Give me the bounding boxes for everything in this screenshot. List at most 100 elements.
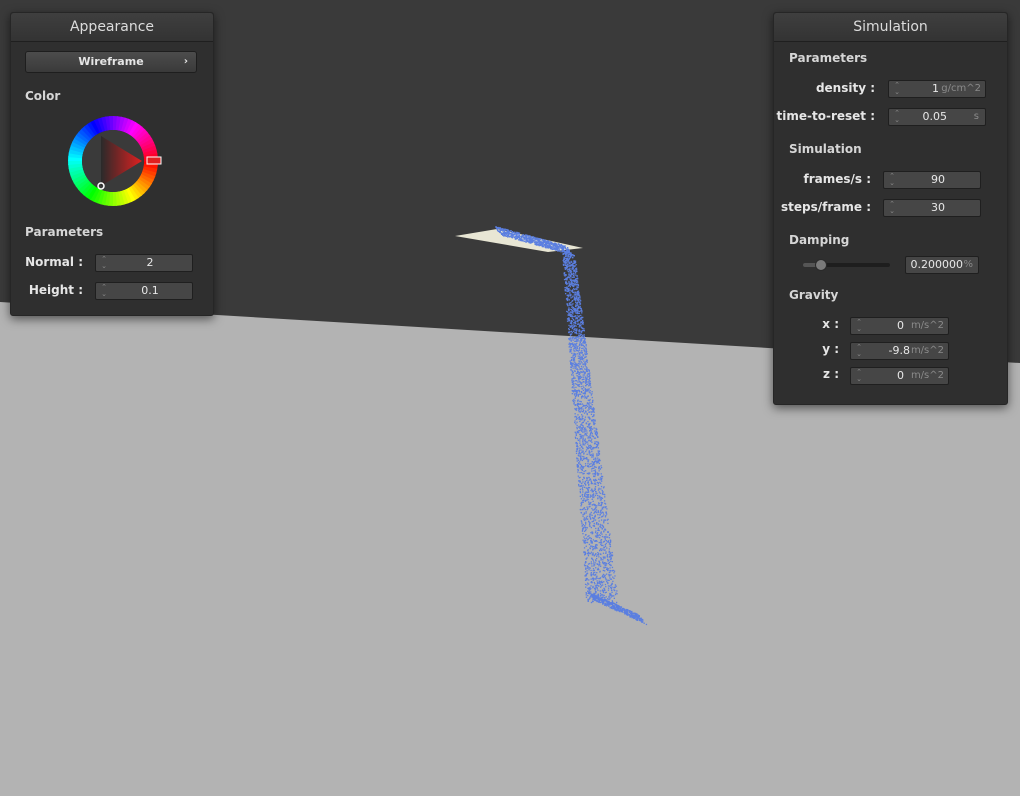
frames-per-second-field[interactable]: ⌃ ⌄ 90 xyxy=(883,171,981,189)
particle xyxy=(606,541,608,543)
particle xyxy=(504,233,506,235)
particle xyxy=(582,523,584,526)
spinner-icon[interactable]: ⌃ ⌄ xyxy=(893,82,901,96)
particle xyxy=(573,280,576,282)
particle xyxy=(585,440,587,442)
particle xyxy=(601,503,603,505)
particle xyxy=(529,235,531,237)
particle xyxy=(593,565,595,567)
particle xyxy=(573,261,576,264)
particle xyxy=(585,534,587,536)
wireframe-button[interactable]: Wireframe › xyxy=(25,51,197,73)
spinner-icon[interactable]: ⌃ ⌄ xyxy=(855,369,863,383)
particle xyxy=(594,441,596,443)
particle xyxy=(514,236,516,238)
spinner-icon[interactable]: ⌃ ⌄ xyxy=(100,284,108,298)
gravity-x-field[interactable]: ⌃ ⌄ 0 m/s^2 xyxy=(850,317,949,335)
spinner-icon[interactable]: ⌃ ⌄ xyxy=(888,201,896,215)
normal-field[interactable]: ⌃ ⌄ 2 xyxy=(95,254,193,272)
particle xyxy=(574,293,577,296)
particle xyxy=(584,525,586,527)
particle xyxy=(597,529,599,531)
particle xyxy=(587,420,589,423)
particle xyxy=(607,598,609,600)
particle xyxy=(610,552,612,554)
particle xyxy=(557,249,559,251)
spinner-icon[interactable]: ⌃ ⌄ xyxy=(100,256,108,270)
density-field[interactable]: ⌃ ⌄ 1 g/cm^2 xyxy=(888,80,986,98)
particle xyxy=(569,345,571,347)
particle xyxy=(596,472,598,474)
particle xyxy=(590,481,593,484)
particle xyxy=(591,435,593,437)
particle xyxy=(588,515,591,517)
particle xyxy=(576,424,578,427)
particle xyxy=(586,518,589,520)
particle xyxy=(604,583,607,586)
damping-field[interactable]: 0.200000 % xyxy=(905,256,979,274)
steps-per-frame-field[interactable]: ⌃ ⌄ 30 xyxy=(883,199,981,217)
particle xyxy=(585,356,587,358)
particle xyxy=(555,244,557,246)
particle xyxy=(584,338,586,340)
particle xyxy=(580,331,582,333)
particle xyxy=(603,562,606,564)
particle xyxy=(597,569,599,571)
particle xyxy=(535,242,537,244)
particle xyxy=(579,492,582,494)
particle xyxy=(639,618,641,621)
particle xyxy=(571,326,573,328)
particle xyxy=(579,420,581,423)
particle xyxy=(573,352,575,354)
particle xyxy=(588,404,590,406)
particle xyxy=(575,354,577,356)
particle xyxy=(578,315,580,317)
particle xyxy=(571,264,573,267)
particle xyxy=(546,242,548,245)
particle xyxy=(588,567,591,569)
spinner-icon[interactable]: ⌃ ⌄ xyxy=(855,344,863,358)
time-to-reset-field[interactable]: ⌃ ⌄ 0.05 s xyxy=(888,108,986,126)
particle xyxy=(572,345,574,348)
particle xyxy=(585,594,587,596)
hue-marker[interactable] xyxy=(146,156,162,165)
particle xyxy=(567,256,569,258)
particle xyxy=(576,460,578,462)
particle xyxy=(591,554,594,556)
color-wheel[interactable] xyxy=(67,115,163,211)
particle xyxy=(596,441,598,443)
particle xyxy=(611,591,613,593)
particle xyxy=(572,308,574,310)
damping-slider-knob[interactable] xyxy=(815,259,828,271)
particle xyxy=(593,525,596,527)
particle xyxy=(574,291,576,293)
particle xyxy=(573,276,575,278)
particle xyxy=(600,485,603,488)
particle xyxy=(584,571,587,573)
particle xyxy=(592,532,594,534)
particle xyxy=(608,571,610,574)
damping-slider[interactable] xyxy=(803,259,890,271)
particle xyxy=(589,522,591,524)
height-field[interactable]: ⌃ ⌄ 0.1 xyxy=(95,282,193,300)
particle xyxy=(574,309,576,311)
spinner-icon[interactable]: ⌃ ⌄ xyxy=(888,173,896,187)
spinner-icon[interactable]: ⌃ ⌄ xyxy=(855,319,863,333)
particle xyxy=(590,595,592,597)
particle xyxy=(597,447,599,449)
particle xyxy=(591,404,593,406)
spinner-icon[interactable]: ⌃ ⌄ xyxy=(893,110,901,124)
particle xyxy=(495,226,497,228)
particle xyxy=(592,411,594,413)
gravity-y-field[interactable]: ⌃ ⌄ -9.8 m/s^2 xyxy=(850,342,949,360)
particle xyxy=(582,347,584,349)
particle xyxy=(580,449,582,451)
particle xyxy=(555,242,557,245)
particle xyxy=(585,348,587,350)
particle xyxy=(586,458,588,460)
particle xyxy=(586,432,588,434)
gravity-z-field[interactable]: ⌃ ⌄ 0 m/s^2 xyxy=(850,367,949,385)
particle xyxy=(589,537,591,539)
particle xyxy=(586,441,589,443)
particle xyxy=(506,231,508,233)
